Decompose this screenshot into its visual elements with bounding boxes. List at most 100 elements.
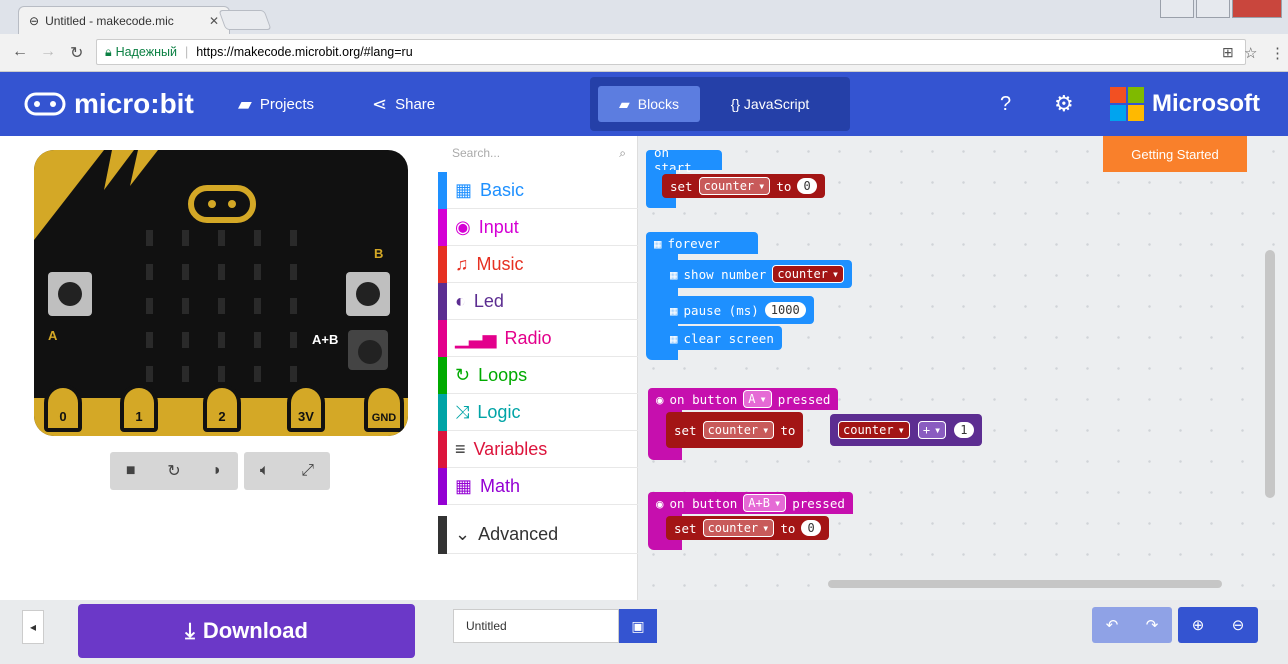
puzzle-icon: ▰ xyxy=(618,95,630,112)
microbit-board[interactable]: A B A+B 0 1 2 3V GND xyxy=(34,150,408,436)
vertical-scrollbar[interactable] xyxy=(1265,250,1275,498)
reload-icon[interactable]: ↻ xyxy=(70,43,83,63)
on-button-label: on button xyxy=(669,495,738,511)
toggle-icon: ◐ xyxy=(455,290,466,311)
help-icon[interactable]: ? xyxy=(1000,72,1011,136)
translate-icon[interactable]: ⊞ xyxy=(1222,44,1234,61)
pin-3v[interactable]: 3V xyxy=(287,384,325,432)
pin-0[interactable]: 0 xyxy=(44,384,82,432)
category-variables[interactable]: ≡ Variables xyxy=(438,430,638,468)
maximize-window-button[interactable] xyxy=(1196,0,1230,18)
star-icon[interactable]: ☆ xyxy=(1244,44,1257,62)
variable-dropdown[interactable]: counter ▾ xyxy=(838,421,910,439)
button-dropdown[interactable]: A+B ▾ xyxy=(743,494,787,512)
variable-dropdown[interactable]: counter ▾ xyxy=(772,265,845,283)
on-start-block[interactable]: on start xyxy=(646,145,722,175)
button-dropdown[interactable]: A ▾ xyxy=(743,390,772,408)
category-advanced[interactable]: ⌄ Advanced xyxy=(438,515,638,554)
on-button-a-block[interactable]: ◉ on button A ▾ pressed xyxy=(648,388,839,410)
horizontal-scrollbar[interactable] xyxy=(828,580,1222,588)
on-button-ab-block[interactable]: ◉ on button A+B ▾ pressed xyxy=(648,492,853,514)
app-header: micro:bit ▰ Projects ⋖ Share ▰ Blocks {}… xyxy=(0,72,1288,136)
restart-icon[interactable]: ↻ xyxy=(167,461,180,481)
search-input[interactable]: Search... ⌕ xyxy=(444,140,634,166)
math-operation-block[interactable]: counter ▾ + ▾ 1 xyxy=(830,414,982,446)
url-omnibox[interactable]: 🔒︎ Надежный | https://makecode.microbit.… xyxy=(96,39,1246,65)
on-button-label: on button xyxy=(669,391,738,407)
set-variable-block[interactable]: set counter ▾ to 0 xyxy=(666,516,829,540)
variable-dropdown[interactable]: counter ▾ xyxy=(702,519,775,537)
project-name-input[interactable]: Untitled xyxy=(453,609,619,643)
show-number-block[interactable]: ▦ show number counter ▾ xyxy=(662,260,853,288)
category-loops[interactable]: ↻ Loops xyxy=(438,356,638,394)
number-input[interactable]: 0 xyxy=(801,520,821,536)
blocks-tab[interactable]: ▰ Blocks xyxy=(598,86,700,122)
category-color-bar xyxy=(438,245,447,283)
pin-gnd[interactable]: GND xyxy=(364,384,404,432)
javascript-label: {} JavaScript xyxy=(730,96,810,112)
gear-icon[interactable]: ⚙ xyxy=(1054,72,1074,136)
javascript-tab[interactable]: {} JavaScript xyxy=(704,86,836,122)
set-variable-block[interactable]: set counter ▾ to 0 xyxy=(662,174,825,198)
fullscreen-icon[interactable]: ⤢ xyxy=(301,462,314,480)
pause-block[interactable]: ▦ pause (ms) 1000 xyxy=(662,296,814,324)
variable-dropdown[interactable]: counter ▾ xyxy=(698,177,771,195)
new-tab-button[interactable] xyxy=(218,10,272,30)
forward-arrow-icon[interactable]: → xyxy=(40,43,56,61)
download-button[interactable]: ⤓ Download xyxy=(78,604,415,658)
set-variable-block[interactable]: set counter ▾ to xyxy=(666,412,804,448)
microbit-logo[interactable]: micro:bit xyxy=(24,72,194,136)
headphones-icon: ♫ xyxy=(455,253,469,274)
dropdown-arrow-icon: ▾ xyxy=(831,267,840,281)
operator-dropdown[interactable]: + ▾ xyxy=(917,421,947,439)
collapse-simulator-icon[interactable]: ◂ xyxy=(22,610,44,644)
mute-icon[interactable]: 🔈︎ xyxy=(260,462,270,480)
projects-button[interactable]: ▰ Projects xyxy=(238,72,314,136)
variable-dropdown[interactable]: counter ▾ xyxy=(702,421,775,439)
slow-motion-icon[interactable]: ◗ xyxy=(212,462,222,480)
pin-1[interactable]: 1 xyxy=(120,384,158,432)
share-button[interactable]: ⋖ Share xyxy=(372,72,435,136)
zoom-in-icon[interactable]: ⊕ xyxy=(1192,616,1205,634)
number-input[interactable]: 0 xyxy=(797,178,817,194)
category-radio[interactable]: ▁▃▅ Radio xyxy=(438,319,638,357)
close-window-button[interactable] xyxy=(1232,0,1282,18)
redo-icon[interactable]: ↷ xyxy=(1146,616,1159,634)
secure-label: Надежный xyxy=(115,45,177,59)
category-music[interactable]: ♫ Music xyxy=(438,245,638,283)
to-label: to xyxy=(776,178,792,194)
category-input[interactable]: ◉ Input xyxy=(438,208,638,246)
undo-icon[interactable]: ↶ xyxy=(1106,616,1119,634)
category-label: Music xyxy=(476,253,524,274)
search-placeholder: Search... xyxy=(452,146,501,160)
dropdown-arrow-icon: ▾ xyxy=(897,423,905,437)
back-arrow-icon[interactable]: ← xyxy=(12,43,28,61)
button-ab[interactable] xyxy=(348,330,388,370)
number-input[interactable]: 1000 xyxy=(764,302,806,318)
getting-started-button[interactable]: Getting Started xyxy=(1103,136,1247,172)
pin-2[interactable]: 2 xyxy=(203,384,241,432)
list-icon: ≡ xyxy=(455,438,466,459)
forever-block[interactable]: ▦ forever xyxy=(646,232,758,254)
browser-tab[interactable]: ⊖ Untitled - makecode.mic ✕ xyxy=(18,6,230,34)
menu-dots-icon[interactable]: ⋮ xyxy=(1270,44,1285,62)
category-led[interactable]: ◐ Led xyxy=(438,282,638,320)
number-input[interactable]: 1 xyxy=(954,422,974,438)
stop-icon[interactable]: ■ xyxy=(126,462,136,480)
save-icon[interactable]: ▣ xyxy=(619,609,657,643)
clear-screen-block[interactable]: ▦ clear screen xyxy=(662,326,782,350)
led-matrix xyxy=(146,230,297,390)
category-basic[interactable]: ▦ Basic xyxy=(438,171,638,209)
category-logic[interactable]: ⤨ Logic xyxy=(438,393,638,431)
category-math[interactable]: ▦ Math xyxy=(438,467,638,505)
minimize-window-button[interactable] xyxy=(1160,0,1194,18)
zoom-out-icon[interactable]: ⊖ xyxy=(1232,616,1245,634)
microsoft-logo[interactable]: Microsoft xyxy=(1110,72,1260,136)
button-b[interactable] xyxy=(346,272,390,316)
tab-close-icon[interactable]: ✕ xyxy=(209,14,219,28)
pressed-label: pressed xyxy=(777,391,831,407)
button-a[interactable] xyxy=(48,272,92,316)
dropdown-arrow-icon: ▾ xyxy=(934,423,942,437)
microbit-logo-icon xyxy=(24,92,66,116)
download-label: Download xyxy=(202,618,308,643)
